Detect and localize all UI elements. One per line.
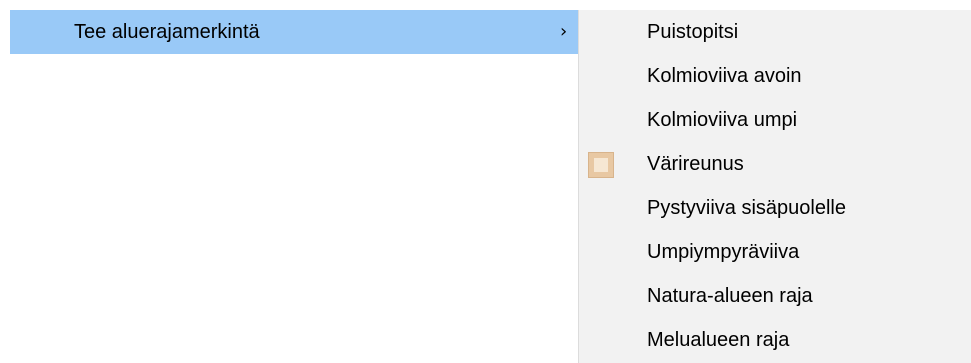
submenu-item-label: Pystyviiva sisäpuolelle [647,197,846,219]
menu-item-tee-aluerajamerkinta[interactable]: Tee aluerajamerkintä › [10,10,578,54]
submenu: Puistopitsi Kolmioviiva avoin Kolmioviiv… [578,10,971,363]
submenu-item-label: Kolmioviiva umpi [647,109,798,131]
submenu-item-label: Kolmioviiva avoin [647,65,802,87]
submenu-item-umpiympyraviiva[interactable]: Umpiympyräviiva [579,230,971,274]
submenu-item-varireunus[interactable]: Värireunus [579,142,971,186]
submenu-item-label: Natura-alueen raja [647,285,813,307]
submenu-item-kolmioviiva-avoin[interactable]: Kolmioviiva avoin [579,54,971,98]
submenu-item-label: Värireunus [647,153,744,175]
submenu-item-label: Melualueen raja [647,329,790,351]
menu-item-label: Tee aluerajamerkintä [74,21,260,43]
submenu-item-melualueen-raja[interactable]: Melualueen raja [579,318,971,362]
chevron-right-icon: › [560,21,568,42]
submenu-item-pystyviiva-sisapuolelle[interactable]: Pystyviiva sisäpuolelle [579,186,971,230]
submenu-item-label: Puistopitsi [647,21,739,43]
submenu-item-kolmioviiva-umpi[interactable]: Kolmioviiva umpi [579,98,971,142]
submenu-item-natura-alueen-raja[interactable]: Natura-alueen raja [579,274,971,318]
submenu-item-label: Umpiympyräviiva [647,241,800,263]
checked-item-icon [588,152,614,178]
submenu-item-puistopitsi[interactable]: Puistopitsi [579,10,971,54]
